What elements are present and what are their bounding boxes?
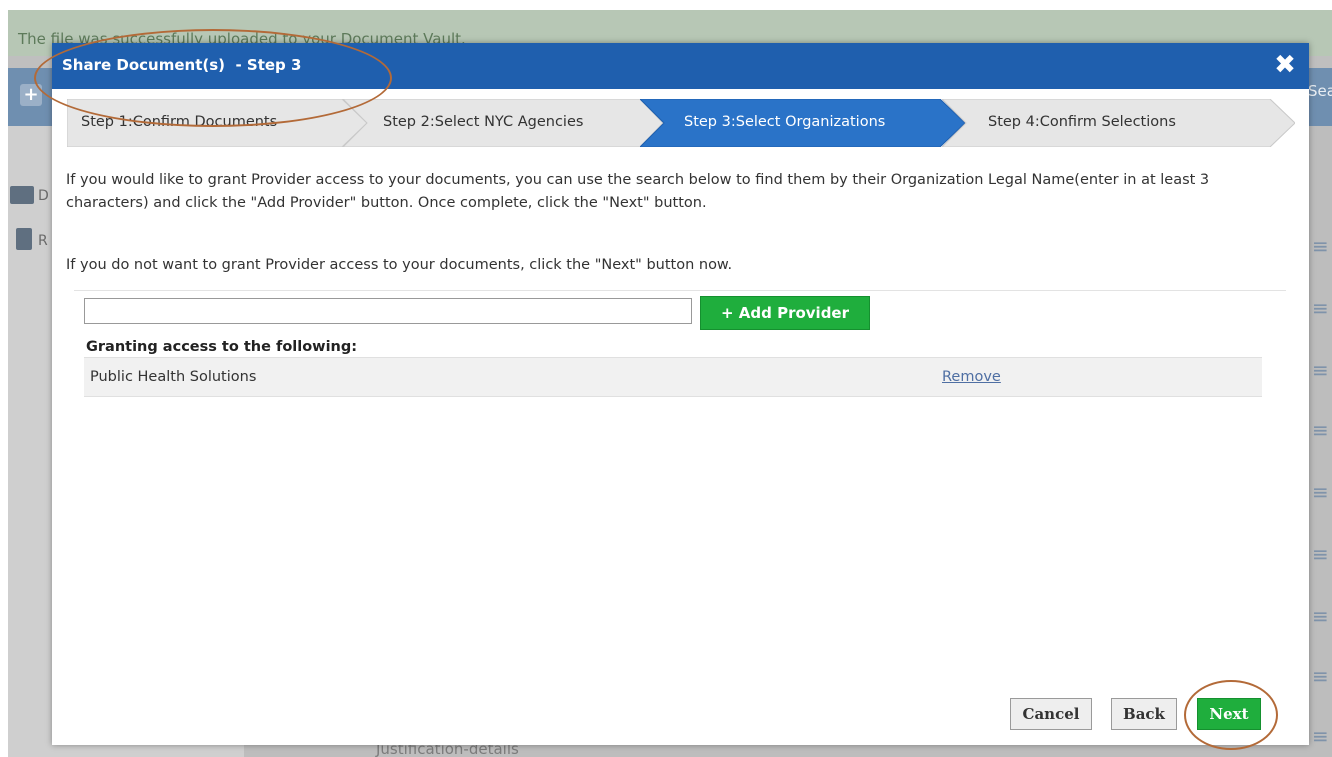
remove-provider-link[interactable]: Remove bbox=[942, 369, 1001, 385]
step-4: Step 4:Confirm Selections bbox=[942, 99, 1295, 147]
back-button[interactable]: Back bbox=[1111, 698, 1177, 730]
step-3: Step 3:Select Organizations bbox=[640, 99, 965, 147]
folder-icon bbox=[10, 186, 34, 204]
menu-icon: ≡ bbox=[1312, 542, 1329, 566]
menu-icon: ≡ bbox=[1312, 604, 1329, 628]
granting-access-label: Granting access to the following: bbox=[86, 339, 358, 355]
menu-icon: ≡ bbox=[1312, 234, 1329, 258]
table-row: Public Health Solutions Remove bbox=[84, 357, 1262, 397]
menu-icon: ≡ bbox=[1312, 664, 1329, 688]
step-2: Step 2:Select NYC Agencies bbox=[343, 99, 663, 147]
wizard-steps: Step 1:Confirm Documents Step 2:Select N… bbox=[67, 99, 1295, 147]
dialog-header: Share Document(s) - Step 3 ✖ bbox=[52, 43, 1309, 89]
menu-icon: ≡ bbox=[1312, 358, 1329, 382]
sidebar-folder-label: D bbox=[38, 188, 49, 204]
add-provider-button[interactable]: + Add Provider bbox=[700, 296, 870, 330]
provider-search-input[interactable] bbox=[84, 298, 692, 324]
menu-icon: ≡ bbox=[1312, 480, 1329, 504]
share-document-dialog: Share Document(s) - Step 3 ✖ Step 1:Conf… bbox=[52, 43, 1309, 745]
provider-name: Public Health Solutions bbox=[90, 369, 257, 385]
cancel-button[interactable]: Cancel bbox=[1010, 698, 1092, 730]
instructions-text: If you would like to grant Provider acce… bbox=[66, 172, 1210, 211]
close-icon[interactable]: ✖ bbox=[1270, 50, 1300, 80]
skip-instructions-text: If you do not want to grant Provider acc… bbox=[66, 257, 733, 273]
step-1: Step 1:Confirm Documents bbox=[67, 99, 367, 147]
next-button[interactable]: Next bbox=[1197, 698, 1261, 730]
background-search-text: Sea bbox=[1308, 82, 1332, 100]
menu-icon: ≡ bbox=[1312, 724, 1329, 748]
menu-icon: ≡ bbox=[1312, 418, 1329, 442]
add-icon: + bbox=[20, 84, 42, 106]
sidebar-trash-label: R bbox=[38, 233, 48, 249]
step-1-label: Step 1:Confirm Documents bbox=[81, 114, 278, 130]
step-3-label: Step 3:Select Organizations bbox=[684, 114, 886, 130]
divider bbox=[74, 290, 1286, 291]
trash-icon bbox=[16, 228, 32, 250]
menu-icon: ≡ bbox=[1312, 296, 1329, 320]
dialog-title: Share Document(s) - Step 3 bbox=[62, 56, 302, 74]
step-4-label: Step 4:Confirm Selections bbox=[988, 114, 1176, 130]
step-2-label: Step 2:Select NYC Agencies bbox=[383, 114, 584, 130]
